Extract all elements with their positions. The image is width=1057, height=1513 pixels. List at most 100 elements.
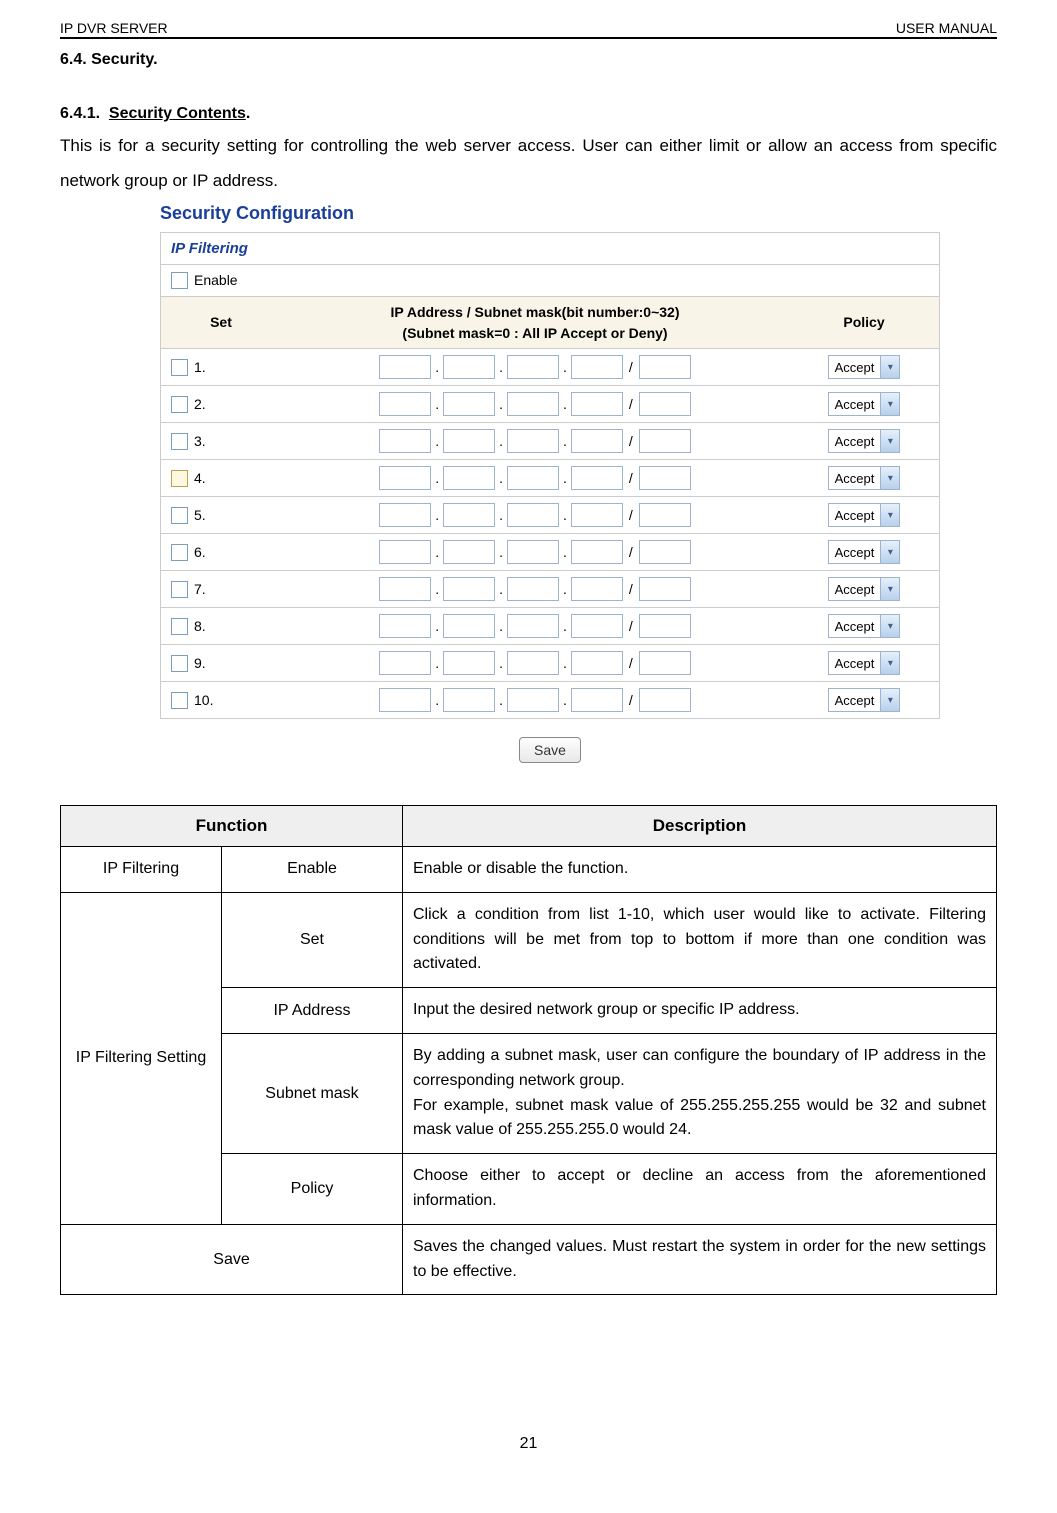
ip-octet-input[interactable] <box>443 429 495 453</box>
ip-octet-input[interactable] <box>379 355 431 379</box>
subnet-bits-input[interactable] <box>639 355 691 379</box>
policy-select[interactable]: Accept▾ <box>828 540 901 564</box>
row-number: 4. <box>194 470 206 486</box>
description-table: Function Description IP Filtering Enable… <box>60 805 997 1295</box>
row-checkbox[interactable] <box>171 692 188 709</box>
ip-octet-input[interactable] <box>507 540 559 564</box>
policy-value: Accept <box>829 360 881 375</box>
policy-select[interactable]: Accept▾ <box>828 466 901 490</box>
ip-octet-input[interactable] <box>571 355 623 379</box>
policy-select[interactable]: Accept▾ <box>828 392 901 416</box>
ip-octet-input[interactable] <box>571 651 623 675</box>
filter-row: 1..../Accept▾ <box>161 349 939 386</box>
page-number: 21 <box>60 1435 997 1453</box>
ip-octet-input[interactable] <box>571 503 623 527</box>
subnet-bits-input[interactable] <box>639 577 691 601</box>
ip-octet-input[interactable] <box>379 466 431 490</box>
row-number: 3. <box>194 433 206 449</box>
subnet-bits-input[interactable] <box>639 651 691 675</box>
chevron-down-icon: ▾ <box>880 356 899 378</box>
ip-octet-input[interactable] <box>443 503 495 527</box>
dot-separator: . <box>498 470 504 486</box>
row-checkbox[interactable] <box>171 433 188 450</box>
ip-octet-input[interactable] <box>507 614 559 638</box>
slash-separator: / <box>626 507 636 523</box>
ip-octet-input[interactable] <box>443 540 495 564</box>
ip-octet-input[interactable] <box>379 540 431 564</box>
ip-octet-input[interactable] <box>571 577 623 601</box>
ip-octet-input[interactable] <box>443 466 495 490</box>
ip-octet-input[interactable] <box>443 651 495 675</box>
ip-octet-input[interactable] <box>571 429 623 453</box>
subnet-bits-input[interactable] <box>639 540 691 564</box>
ip-octet-input[interactable] <box>443 392 495 416</box>
ip-octet-input[interactable] <box>379 503 431 527</box>
ip-octet-input[interactable] <box>571 466 623 490</box>
row-checkbox[interactable] <box>171 655 188 672</box>
ip-octet-input[interactable] <box>571 688 623 712</box>
save-button[interactable]: Save <box>519 737 581 763</box>
subnet-bits-input[interactable] <box>639 392 691 416</box>
ip-octet-input[interactable] <box>507 466 559 490</box>
row-checkbox[interactable] <box>171 581 188 598</box>
ip-octet-input[interactable] <box>507 392 559 416</box>
ip-octet-input[interactable] <box>571 614 623 638</box>
col-set-label: Set <box>210 314 232 330</box>
row-checkbox[interactable] <box>171 544 188 561</box>
ip-octet-input[interactable] <box>379 651 431 675</box>
col-ip-label-line1: IP Address / Subnet mask(bit number:0~32… <box>390 303 679 321</box>
filter-row: 5..../Accept▾ <box>161 497 939 534</box>
section-heading: 6.4. Security. <box>60 51 997 69</box>
row-checkbox[interactable] <box>171 396 188 413</box>
subnet-bits-input[interactable] <box>639 429 691 453</box>
dot-separator: . <box>434 618 440 634</box>
ip-octet-input[interactable] <box>379 577 431 601</box>
ip-octet-input[interactable] <box>379 392 431 416</box>
row-checkbox[interactable] <box>171 618 188 635</box>
ip-octet-input[interactable] <box>379 688 431 712</box>
ip-octet-input[interactable] <box>443 577 495 601</box>
policy-select[interactable]: Accept▾ <box>828 429 901 453</box>
ip-octet-input[interactable] <box>379 614 431 638</box>
policy-value: Accept <box>829 693 881 708</box>
policy-select[interactable]: Accept▾ <box>828 614 901 638</box>
subnet-bits-input[interactable] <box>639 614 691 638</box>
slash-separator: / <box>626 692 636 708</box>
ip-octet-input[interactable] <box>379 429 431 453</box>
row-checkbox[interactable] <box>171 507 188 524</box>
policy-select[interactable]: Accept▾ <box>828 355 901 379</box>
chevron-down-icon: ▾ <box>880 467 899 489</box>
subsection-number: 6.4.1. <box>60 105 100 122</box>
ip-octet-input[interactable] <box>507 688 559 712</box>
ip-octet-input[interactable] <box>571 392 623 416</box>
subnet-bits-input[interactable] <box>639 503 691 527</box>
row-number: 1. <box>194 359 206 375</box>
ip-octet-input[interactable] <box>443 688 495 712</box>
filter-row: 7..../Accept▾ <box>161 571 939 608</box>
row-number: 6. <box>194 544 206 560</box>
ip-octet-input[interactable] <box>507 503 559 527</box>
policy-select[interactable]: Accept▾ <box>828 577 901 601</box>
policy-value: Accept <box>829 582 881 597</box>
dot-separator: . <box>498 359 504 375</box>
ip-octet-input[interactable] <box>443 614 495 638</box>
slash-separator: / <box>626 396 636 412</box>
col-policy-label: Policy <box>843 314 884 330</box>
dot-separator: . <box>562 655 568 671</box>
policy-select[interactable]: Accept▾ <box>828 503 901 527</box>
ip-octet-input[interactable] <box>507 355 559 379</box>
policy-select[interactable]: Accept▾ <box>828 688 901 712</box>
subnet-bits-input[interactable] <box>639 466 691 490</box>
filter-row: 8..../Accept▾ <box>161 608 939 645</box>
ip-octet-input[interactable] <box>507 429 559 453</box>
filter-row: 10..../Accept▾ <box>161 682 939 719</box>
row-checkbox[interactable] <box>171 359 188 376</box>
ip-octet-input[interactable] <box>443 355 495 379</box>
row-checkbox[interactable] <box>171 470 188 487</box>
ip-octet-input[interactable] <box>507 577 559 601</box>
policy-select[interactable]: Accept▾ <box>828 651 901 675</box>
ip-octet-input[interactable] <box>507 651 559 675</box>
ip-octet-input[interactable] <box>571 540 623 564</box>
enable-checkbox[interactable] <box>171 272 188 289</box>
subnet-bits-input[interactable] <box>639 688 691 712</box>
